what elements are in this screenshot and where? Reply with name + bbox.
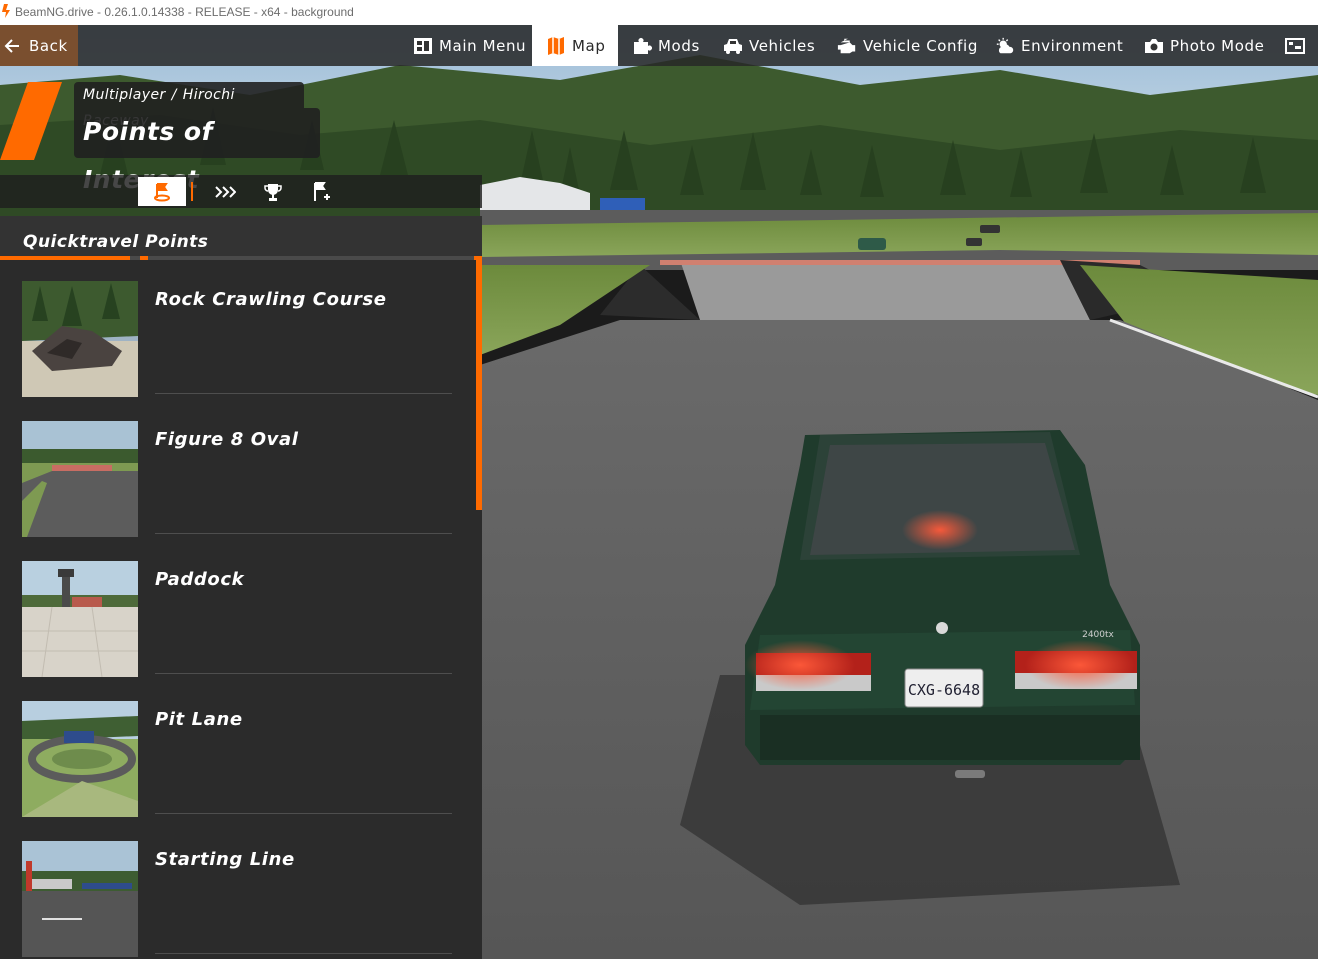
nav-map-label: Map <box>572 36 606 55</box>
map-icon <box>548 36 564 55</box>
poi-item-rock-crawling-course[interactable]: Rock Crawling Course <box>22 281 452 397</box>
nav-photo-mode-label: Photo Mode <box>1170 36 1265 55</box>
back-button[interactable]: Back <box>0 25 78 66</box>
poi-label: Pit Lane <box>155 709 243 730</box>
toolbar-divider <box>191 182 193 201</box>
poi-divider <box>155 813 452 814</box>
poi-item-paddock[interactable]: Paddock <box>22 561 452 677</box>
tool-routes[interactable] <box>201 177 249 206</box>
panel-header-accent <box>0 256 130 260</box>
breadcrumb-parent: Multiplayer <box>83 87 166 103</box>
nav-photo-mode[interactable]: Photo Mode <box>1144 25 1264 66</box>
add-flag-icon <box>314 181 330 201</box>
quicktravel-flag-icon <box>154 182 170 201</box>
nav-environment[interactable]: Environment <box>995 25 1123 66</box>
poi-divider <box>155 953 452 954</box>
camera-icon <box>1145 38 1163 53</box>
quicktravel-panel: Quicktravel Points Rock Crawling Course <box>0 216 482 959</box>
top-navigation-bar: Back Main Menu Map Mods Vehicles Vehicle… <box>0 25 1318 66</box>
poi-thumbnail <box>22 421 138 537</box>
accent-stripe <box>0 82 62 160</box>
nav-environment-label: Environment <box>1021 36 1124 55</box>
poi-divider <box>155 393 452 394</box>
nav-mods-label: Mods <box>658 36 700 55</box>
page-title: Points of Interest <box>74 108 320 194</box>
poi-thumbnail <box>22 561 138 677</box>
poi-label: Paddock <box>155 569 245 590</box>
nav-vehicles[interactable]: Vehicles <box>723 25 815 66</box>
poi-item-pit-lane[interactable]: Pit Lane <box>22 701 452 817</box>
tool-add-poi[interactable] <box>297 177 345 206</box>
panel-title: Quicktravel Points <box>0 216 482 257</box>
poi-label: Starting Line <box>155 849 295 870</box>
poi-thumbnail <box>22 701 138 817</box>
nav-map[interactable]: Map <box>532 25 618 66</box>
map-toolbar <box>0 175 482 208</box>
nav-main-menu[interactable]: Main Menu <box>413 25 526 66</box>
poi-thumbnail <box>22 281 138 397</box>
poi-thumbnail <box>22 841 138 957</box>
tuning-icon <box>1285 37 1305 54</box>
arrow-left-icon <box>4 38 19 53</box>
breadcrumb: Multiplayer/Hirochi Raceway <box>74 82 304 129</box>
nav-vehicle-config[interactable]: Vehicle Config <box>837 25 978 66</box>
poi-item-figure-8-oval[interactable]: Figure 8 Oval <box>22 421 452 537</box>
engine-icon <box>837 38 856 53</box>
player-car: CXG-6648 2400tx <box>745 430 1140 778</box>
car-icon <box>724 38 742 54</box>
window-title-bar: BeamNG.drive - 0.26.1.0.14338 - RELEASE … <box>0 0 1318 25</box>
weather-icon <box>996 37 1014 53</box>
nav-main-menu-label: Main Menu <box>439 36 527 55</box>
main-menu-icon <box>414 37 432 54</box>
trophy-icon <box>264 183 282 201</box>
poi-item-starting-line[interactable]: Starting Line <box>22 841 452 957</box>
beamng-app-icon <box>2 4 10 18</box>
nav-vehicles-label: Vehicles <box>749 36 816 55</box>
window-title: BeamNG.drive - 0.26.1.0.14338 - RELEASE … <box>15 5 354 19</box>
poi-label: Rock Crawling Course <box>155 289 387 310</box>
poi-divider <box>155 533 452 534</box>
license-plate: CXG-6648 <box>908 681 980 699</box>
chevrons-right-icon <box>215 185 236 198</box>
nav-vehicle-config-label: Vehicle Config <box>863 36 978 55</box>
puzzle-icon <box>634 37 652 54</box>
tool-quicktravel[interactable] <box>138 177 186 206</box>
poi-label: Figure 8 Oval <box>155 429 299 450</box>
back-label: Back <box>29 36 68 55</box>
panel-scrollbar[interactable] <box>476 260 482 510</box>
nav-more[interactable] <box>1285 25 1311 66</box>
car-badge: 2400tx <box>1082 630 1114 640</box>
nav-mods[interactable]: Mods <box>632 25 700 66</box>
poi-divider <box>155 673 452 674</box>
tool-challenges[interactable] <box>249 177 297 206</box>
breadcrumb-separator: / <box>171 87 177 103</box>
panel-header-accent <box>140 256 148 260</box>
